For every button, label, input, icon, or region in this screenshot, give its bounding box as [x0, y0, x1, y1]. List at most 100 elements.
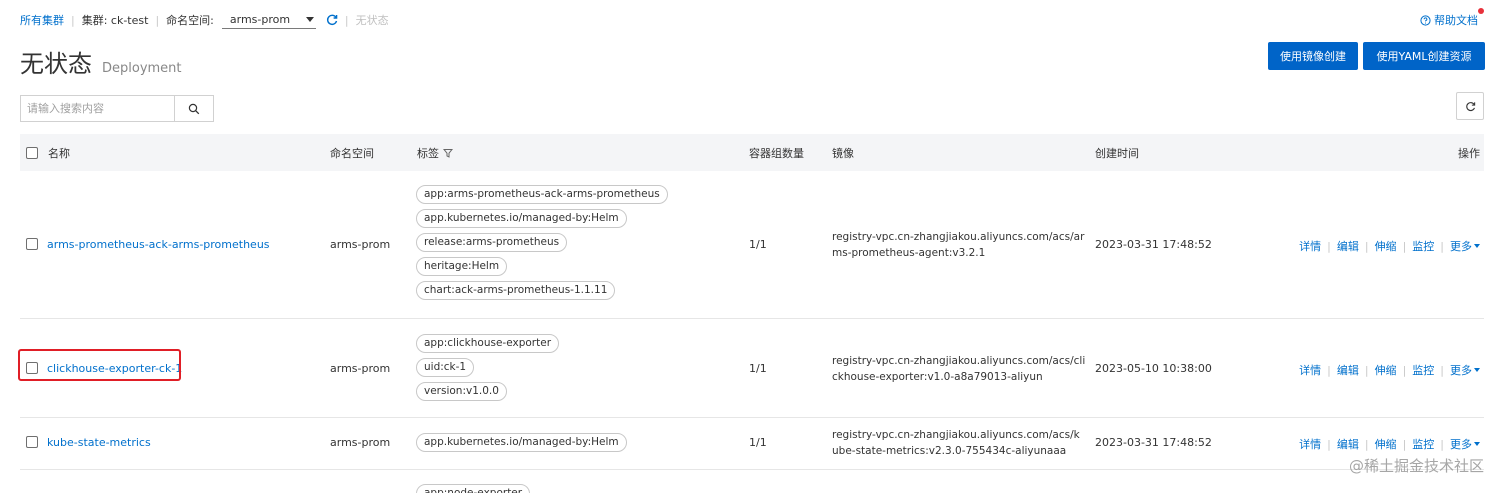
- label-tag: chart:ack-arms-prometheus-1.1.11: [416, 281, 616, 300]
- label-tag: app:clickhouse-exporter: [416, 334, 560, 353]
- chevron-down-icon: [305, 17, 314, 22]
- page-title-main: 无状态: [20, 50, 92, 78]
- row-checkbox[interactable]: [26, 436, 38, 448]
- namespace-cell: arms-prom: [330, 362, 391, 375]
- column-name: 名称: [48, 146, 70, 160]
- namespace-select-value: arms-prom: [229, 13, 291, 26]
- action-details[interactable]: 详情: [1299, 436, 1321, 452]
- help-docs-link[interactable]: 帮助文档: [1420, 8, 1484, 28]
- page-title: 无状态 Deployment: [20, 44, 182, 79]
- column-image: 镜像: [832, 146, 854, 160]
- filter-icon[interactable]: [443, 148, 453, 158]
- image-cell: registry-vpc.cn-zhangjiakou.aliyuncs.com…: [832, 429, 1080, 457]
- action-edit[interactable]: 编辑: [1337, 436, 1359, 452]
- row-checkbox[interactable]: [26, 238, 38, 250]
- deployment-name-link[interactable]: clickhouse-exporter-ck-1: [47, 362, 182, 375]
- search-bar: 请输入搜索内容: [20, 95, 214, 122]
- action-more-label: 更多: [1450, 364, 1472, 377]
- namespace-select[interactable]: arms-prom: [221, 11, 316, 29]
- namespace-cell: arms-prom: [330, 238, 391, 251]
- select-all-checkbox-wrap: [26, 134, 38, 171]
- page-title-subtitle: Deployment: [102, 61, 182, 76]
- column-namespace: 命名空间: [330, 146, 374, 160]
- breadcrumb-cluster: 集群: ck-test: [81, 14, 149, 27]
- column-pods: 容器组数量: [749, 146, 804, 160]
- namespace-label: 命名空间:: [166, 14, 214, 27]
- pods-cell: 1/1: [749, 436, 767, 449]
- breadcrumb-all-clusters[interactable]: 所有集群: [20, 12, 64, 28]
- create-from-yaml-button[interactable]: 使用YAML创建资源: [1363, 42, 1485, 70]
- label-tag: release:arms-prometheus: [416, 233, 568, 252]
- label-tag: version:v1.0.0: [416, 382, 507, 401]
- action-scale[interactable]: 伸缩: [1375, 238, 1397, 254]
- labels-cell: app:arms-prometheus-ack-arms-prometheus …: [416, 185, 668, 300]
- image-cell: registry-vpc.cn-zhangjiakou.aliyuncs.com…: [832, 355, 1086, 383]
- action-edit[interactable]: 编辑: [1337, 238, 1359, 254]
- search-button[interactable]: [174, 95, 214, 122]
- caret-down-icon: [1474, 244, 1480, 248]
- row-actions: 详情 | 编辑 | 伸缩 | 监控 | 更多: [1299, 362, 1480, 378]
- pods-cell: 1/1: [749, 362, 767, 375]
- action-more[interactable]: 更多: [1450, 238, 1480, 254]
- label-tag: uid:ck-1: [416, 358, 475, 377]
- action-more-label: 更多: [1450, 240, 1472, 253]
- image-cell: registry-vpc.cn-zhangjiakou.aliyuncs.com…: [832, 231, 1085, 259]
- table-row: arms-prometheus-ack-arms-prometheus arms…: [20, 171, 1484, 319]
- action-more-label: 更多: [1450, 438, 1472, 451]
- pods-cell: 1/1: [749, 238, 767, 251]
- action-monitor[interactable]: 监控: [1412, 436, 1434, 452]
- refresh-icon: [1465, 101, 1475, 111]
- breadcrumb-separator: |: [71, 13, 75, 27]
- refresh-icon[interactable]: [326, 14, 338, 26]
- table-row: app:node-exporter: [20, 470, 1484, 493]
- action-details[interactable]: 详情: [1299, 238, 1321, 254]
- action-monitor[interactable]: 监控: [1412, 362, 1434, 378]
- deployment-table: 名称 命名空间 标签 容器组数量 镜像 创建时间 操作 arms-prometh…: [20, 134, 1484, 493]
- select-all-checkbox[interactable]: [26, 146, 38, 159]
- row-checkbox[interactable]: [26, 362, 38, 374]
- action-scale[interactable]: 伸缩: [1375, 436, 1397, 452]
- column-labels-text: 标签: [417, 146, 439, 160]
- breadcrumb-separator: |: [344, 13, 349, 27]
- labels-cell: app:node-exporter: [416, 484, 531, 493]
- table-row: kube-state-metrics arms-prom app.kuberne…: [20, 418, 1484, 470]
- created-cell: 2023-03-31 17:48:52: [1095, 238, 1212, 251]
- label-tag: heritage:Helm: [416, 257, 508, 276]
- namespace-cell: arms-prom: [330, 436, 391, 449]
- help-circle-icon: [1420, 14, 1431, 26]
- search-icon: [188, 103, 200, 114]
- notification-dot: [1478, 8, 1484, 14]
- label-tag: app:node-exporter: [416, 484, 531, 493]
- label-tag: app.kubernetes.io/managed-by:Helm: [416, 433, 627, 452]
- action-edit[interactable]: 编辑: [1337, 362, 1359, 378]
- reload-button[interactable]: [1456, 92, 1484, 120]
- row-actions: 详情 | 编辑 | 伸缩 | 监控 | 更多: [1299, 238, 1480, 254]
- action-monitor[interactable]: 监控: [1412, 238, 1434, 254]
- created-cell: 2023-03-31 17:48:52: [1095, 436, 1212, 449]
- caret-down-icon: [1474, 442, 1480, 446]
- column-created: 创建时间: [1095, 146, 1139, 160]
- action-more[interactable]: 更多: [1450, 362, 1480, 378]
- breadcrumb-separator: |: [155, 13, 160, 27]
- column-labels: 标签: [417, 134, 453, 171]
- search-input[interactable]: 请输入搜索内容: [20, 95, 174, 122]
- caret-down-icon: [1474, 368, 1480, 372]
- labels-cell: app.kubernetes.io/managed-by:Helm: [416, 433, 627, 452]
- create-from-image-button[interactable]: 使用镜像创建: [1268, 42, 1358, 70]
- watermark: @稀土掘金技术社区: [1348, 457, 1484, 475]
- deployment-name-link[interactable]: kube-state-metrics: [47, 436, 151, 449]
- row-actions: 详情 | 编辑 | 伸缩 | 监控 | 更多: [1299, 436, 1480, 452]
- label-tag: app:arms-prometheus-ack-arms-prometheus: [416, 185, 668, 204]
- labels-cell: app:clickhouse-exporter uid:ck-1 version…: [416, 334, 560, 401]
- action-more[interactable]: 更多: [1450, 436, 1480, 452]
- action-scale[interactable]: 伸缩: [1375, 362, 1397, 378]
- table-row: clickhouse-exporter-ck-1 arms-prom app:c…: [20, 319, 1484, 418]
- column-actions: 操作: [1458, 146, 1480, 160]
- created-cell: 2023-05-10 10:38:00: [1095, 362, 1212, 375]
- table-header: 名称 命名空间 标签 容器组数量 镜像 创建时间 操作: [20, 134, 1484, 171]
- action-details[interactable]: 详情: [1299, 362, 1321, 378]
- help-docs-label: 帮助文档: [1434, 14, 1478, 27]
- deployment-name-link[interactable]: arms-prometheus-ack-arms-prometheus: [47, 238, 270, 251]
- breadcrumb: 所有集群 | 集群: ck-test | 命名空间: arms-prom | 无…: [20, 11, 389, 29]
- breadcrumb-current: 无状态: [355, 14, 389, 27]
